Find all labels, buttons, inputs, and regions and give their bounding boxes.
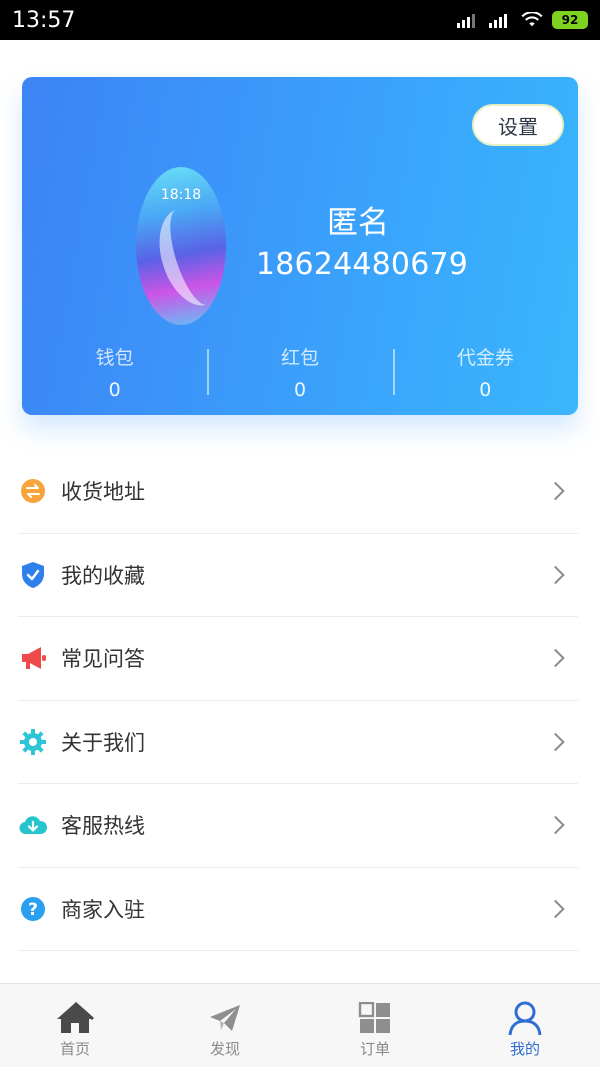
- tab-discover[interactable]: 发现: [150, 984, 300, 1067]
- menu-item-merchant[interactable]: ? 商家入驻: [18, 868, 578, 951]
- stat-label: 红包: [280, 347, 319, 369]
- megaphone-icon: [19, 644, 47, 672]
- stat-label: 钱包: [95, 347, 134, 369]
- avatar-swirl: [148, 200, 226, 314]
- home-icon: [55, 1000, 95, 1036]
- menu-label: 关于我们: [61, 730, 145, 755]
- question-circle-icon: ?: [19, 895, 47, 923]
- tab-label: 我的: [509, 1040, 540, 1058]
- chevron-right-icon: [546, 565, 565, 584]
- profile-card: 设置 18:18 匿名 18624480679 钱包 0 红包 0 代金券 0: [22, 77, 578, 415]
- signal-icon: [457, 14, 475, 28]
- menu-item-hotline[interactable]: 客服热线: [18, 784, 578, 868]
- tab-label: 订单: [359, 1040, 390, 1058]
- chevron-right-icon: [546, 732, 565, 751]
- user-name: 匿名: [327, 205, 389, 241]
- settings-button[interactable]: 设置: [472, 104, 564, 146]
- chevron-right-icon: [546, 816, 565, 835]
- menu-item-address[interactable]: 收货地址: [18, 450, 578, 534]
- stat-wallet[interactable]: 钱包 0: [22, 337, 207, 403]
- tab-label: 发现: [209, 1040, 240, 1058]
- menu-item-faq[interactable]: 常见问答: [18, 617, 578, 701]
- bottom-tab-bar: 首页 发现 订单 我的: [0, 983, 600, 1067]
- menu-label: 收货地址: [61, 480, 145, 505]
- battery-icon: 92: [552, 11, 588, 29]
- tab-home[interactable]: 首页: [0, 984, 150, 1067]
- chevron-right-icon: [546, 649, 565, 668]
- exchange-icon: [19, 477, 47, 505]
- chevron-right-icon: [546, 899, 565, 918]
- tab-label: 首页: [59, 1040, 90, 1058]
- stat-value: 0: [293, 379, 307, 401]
- svg-text:?: ?: [28, 900, 38, 920]
- stat-voucher[interactable]: 代金券 0: [392, 337, 578, 403]
- avatar[interactable]: 18:18: [136, 167, 226, 325]
- cloud-download-icon: [19, 811, 47, 839]
- gear-icon: [19, 728, 47, 756]
- menu-label: 客服热线: [61, 814, 145, 839]
- menu-item-about[interactable]: 关于我们: [18, 701, 578, 784]
- paper-plane-icon: [205, 1000, 245, 1036]
- stat-red-packet[interactable]: 红包 0: [207, 337, 392, 403]
- stat-value: 0: [479, 379, 492, 401]
- stats-row: 钱包 0 红包 0 代金券 0: [22, 337, 578, 403]
- menu-label: 常见问答: [61, 647, 145, 672]
- shield-check-icon: [19, 561, 47, 589]
- user-icon: [505, 1000, 545, 1036]
- status-time: 13:57: [12, 7, 76, 33]
- user-phone: 18624480679: [255, 247, 469, 282]
- grid-icon: [355, 1000, 395, 1036]
- menu-label: 我的收藏: [61, 563, 145, 588]
- signal-icon: [489, 14, 507, 28]
- stat-label: 代金券: [456, 347, 514, 369]
- status-icons: 92: [456, 11, 588, 29]
- stat-value: 0: [108, 379, 121, 401]
- avatar-lockscreen-time: 18:18: [160, 187, 202, 203]
- status-bar: 13:57 92: [0, 0, 600, 40]
- tab-orders[interactable]: 订单: [300, 984, 450, 1067]
- tab-mine[interactable]: 我的: [450, 984, 600, 1067]
- menu-label: 商家入驻: [61, 897, 145, 922]
- wifi-icon: [521, 12, 543, 27]
- menu-item-favorites[interactable]: 我的收藏: [18, 534, 578, 617]
- chevron-right-icon: [546, 482, 565, 501]
- menu-list: 收货地址 我的收藏 常见问答 关于我们 客服热线 ? 商家入驻: [18, 450, 578, 951]
